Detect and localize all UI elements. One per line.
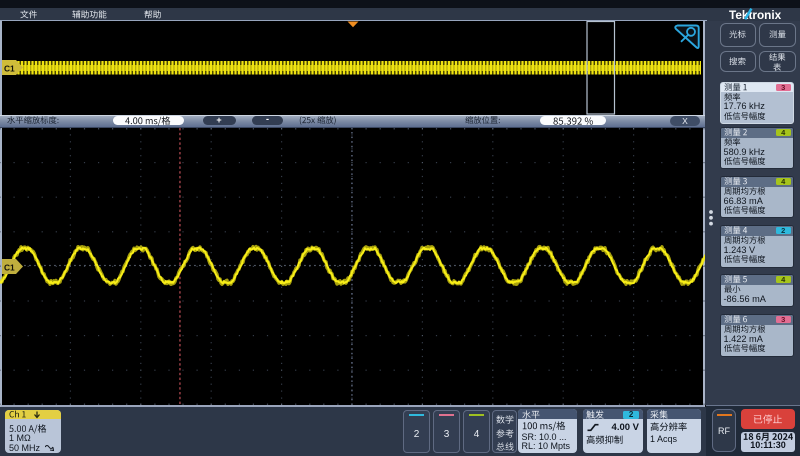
svg-text:C1: C1 [4, 64, 15, 74]
svg-text:C1: C1 [4, 262, 15, 272]
